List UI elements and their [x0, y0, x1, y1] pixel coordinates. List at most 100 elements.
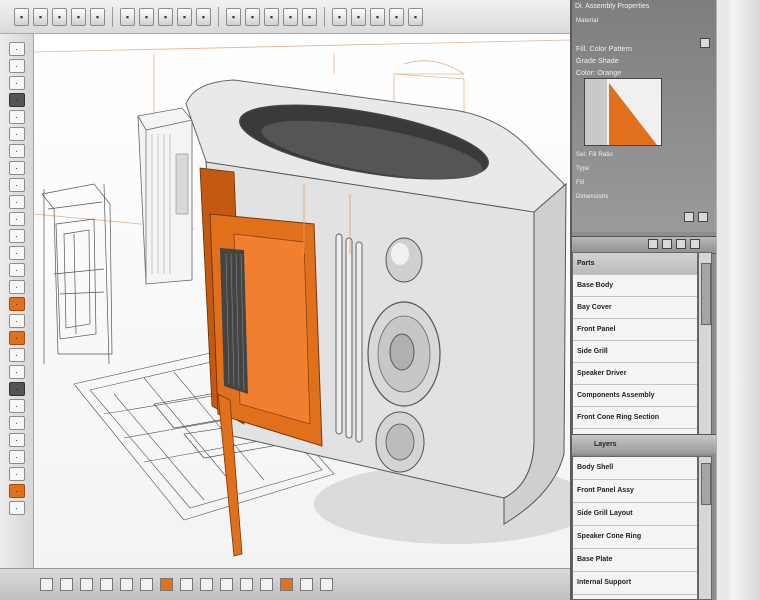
- properties-icon[interactable]: [300, 578, 313, 591]
- layer-list-scrollbar[interactable]: [698, 456, 712, 600]
- feature-list-item[interactable]: Bay Cover: [573, 297, 697, 319]
- layer-list-header[interactable]: Layers: [572, 434, 716, 454]
- constraint-icon[interactable]: ·: [8, 212, 25, 226]
- feature-list-item[interactable]: Side Grill: [573, 341, 697, 363]
- box-icon[interactable]: ▪: [90, 7, 105, 26]
- light-icon[interactable]: ▪: [370, 7, 385, 26]
- layer-list-item[interactable]: Speaker Cone Ring: [573, 526, 697, 549]
- measure-icon[interactable]: ▪: [283, 7, 298, 26]
- grid-toggle-icon[interactable]: [40, 578, 53, 591]
- move-feature-button[interactable]: [676, 239, 686, 249]
- monitor-screen: ▪ ▪ ▪ ▪ ▪ ▪ ▪ ▪ ▪ ▪ ▪ ▪ ▪ ▪ ▪ ▪ ▪ ▪ ▪ ▪ · · · · · · · · · · · · · · · · · · ·…: [0, 0, 760, 600]
- zoom-extents-icon[interactable]: ·: [8, 416, 25, 430]
- polar-icon[interactable]: [100, 578, 113, 591]
- snap-icon[interactable]: ·: [8, 348, 25, 362]
- scale-icon[interactable]: ·: [8, 263, 25, 277]
- osnap-icon[interactable]: [120, 578, 133, 591]
- feature-list-scrollbar[interactable]: [698, 252, 712, 440]
- chamfer-icon[interactable]: ▪: [196, 7, 211, 26]
- settings-icon[interactable]: ·: [8, 467, 25, 481]
- copy-icon[interactable]: ·: [8, 246, 25, 260]
- dimension-icon[interactable]: ·: [8, 195, 25, 209]
- feature-list-item[interactable]: Base Body: [573, 275, 697, 297]
- redo-icon[interactable]: ·: [8, 450, 25, 464]
- hide-icon[interactable]: ·: [8, 314, 25, 328]
- help-status-icon[interactable]: [320, 578, 333, 591]
- panel-line: Material: [576, 18, 599, 24]
- ortho-icon[interactable]: ·: [8, 382, 25, 396]
- export-icon[interactable]: ▪: [408, 7, 423, 26]
- shell-icon[interactable]: ▪: [226, 7, 241, 26]
- fillet-icon[interactable]: ▪: [177, 7, 192, 26]
- viewport-canvas[interactable]: [34, 34, 570, 574]
- workspace-icon[interactable]: [220, 578, 233, 591]
- 3d-viewport[interactable]: [34, 34, 570, 574]
- layer-list-item[interactable]: Base Plate: [573, 549, 697, 572]
- layer-list-item[interactable]: Body Shell: [573, 457, 697, 480]
- panel-line: Fill. Color Pattern: [576, 46, 632, 53]
- select-icon[interactable]: ▪: [14, 7, 29, 26]
- add-feature-button[interactable]: [648, 239, 658, 249]
- panel-expand-button[interactable]: [700, 38, 710, 48]
- undo-icon[interactable]: ·: [8, 433, 25, 447]
- annotate-icon[interactable]: [200, 578, 213, 591]
- view-icon[interactable]: ·: [8, 399, 25, 413]
- section-icon[interactable]: ▪: [302, 7, 317, 26]
- rectangle-icon[interactable]: ·: [8, 110, 25, 124]
- render-icon[interactable]: ▪: [332, 7, 347, 26]
- cursor-icon[interactable]: ·: [8, 42, 25, 56]
- scrollbar-thumb[interactable]: [701, 463, 711, 505]
- status-bar: [0, 568, 570, 600]
- exit-icon[interactable]: ·: [8, 501, 25, 515]
- panel-tool-button[interactable]: [684, 212, 694, 222]
- feature-list-item[interactable]: Speaker Driver: [573, 363, 697, 385]
- extrude-icon[interactable]: ▪: [139, 7, 154, 26]
- scrollbar-thumb[interactable]: [701, 263, 711, 325]
- layer-list-item[interactable]: Internal Support: [573, 572, 697, 595]
- lock-icon[interactable]: [240, 578, 253, 591]
- color-icon[interactable]: ·: [8, 297, 25, 311]
- feature-list-item[interactable]: Components Assembly: [573, 385, 697, 407]
- render-status-icon[interactable]: [280, 578, 293, 591]
- panel-meta: Dimensions: [576, 194, 609, 200]
- snap-toggle-icon[interactable]: [60, 578, 73, 591]
- panel-meta: Fill: [576, 180, 585, 186]
- camera-icon[interactable]: ▪: [389, 7, 404, 26]
- zoom-icon[interactable]: ▪: [71, 7, 86, 26]
- feature-list-item[interactable]: Front Panel: [573, 319, 697, 341]
- grid-icon[interactable]: ·: [8, 365, 25, 379]
- layer-list-item[interactable]: Front Panel Assy: [573, 480, 697, 503]
- line-icon[interactable]: ·: [8, 59, 25, 73]
- cylinder-icon[interactable]: ▪: [120, 7, 135, 26]
- feature-list-item[interactable]: Parts: [573, 253, 697, 275]
- properties-panel: Di. Assembly Properties Material Fill. C…: [570, 0, 716, 600]
- trim-icon[interactable]: ·: [8, 161, 25, 175]
- feature-options-button[interactable]: [690, 239, 700, 249]
- layer-list-item[interactable]: Side Grill Layout: [573, 503, 697, 526]
- layer-icon[interactable]: ·: [8, 280, 25, 294]
- offset-icon[interactable]: ·: [8, 178, 25, 192]
- polygon-icon[interactable]: ·: [8, 127, 25, 141]
- feature-list-item[interactable]: Front Cone Ring Section: [573, 407, 697, 429]
- move-icon[interactable]: ·: [8, 229, 25, 243]
- ortho-toggle-icon[interactable]: [80, 578, 93, 591]
- pan-icon[interactable]: ▪: [52, 7, 67, 26]
- material-icon[interactable]: ▪: [351, 7, 366, 26]
- pattern-icon[interactable]: ▪: [264, 7, 279, 26]
- otrack-icon[interactable]: [140, 578, 153, 591]
- rotate-icon[interactable]: ▪: [33, 7, 48, 26]
- spline-icon[interactable]: ·: [8, 144, 25, 158]
- layout-icon[interactable]: [180, 578, 193, 591]
- revolve-icon[interactable]: ▪: [158, 7, 173, 26]
- model-icon[interactable]: [160, 578, 173, 591]
- show-icon[interactable]: ·: [8, 331, 25, 345]
- toolbar-separator: [112, 6, 113, 27]
- material-swatch[interactable]: [584, 78, 662, 146]
- mirror-icon[interactable]: ▪: [245, 7, 260, 26]
- arc-icon[interactable]: ·: [8, 76, 25, 90]
- circle-icon[interactable]: ·: [8, 93, 25, 107]
- help-icon[interactable]: ·: [8, 484, 25, 498]
- panel-tool-button[interactable]: [698, 212, 708, 222]
- clean-screen-icon[interactable]: [260, 578, 273, 591]
- remove-feature-button[interactable]: [662, 239, 672, 249]
